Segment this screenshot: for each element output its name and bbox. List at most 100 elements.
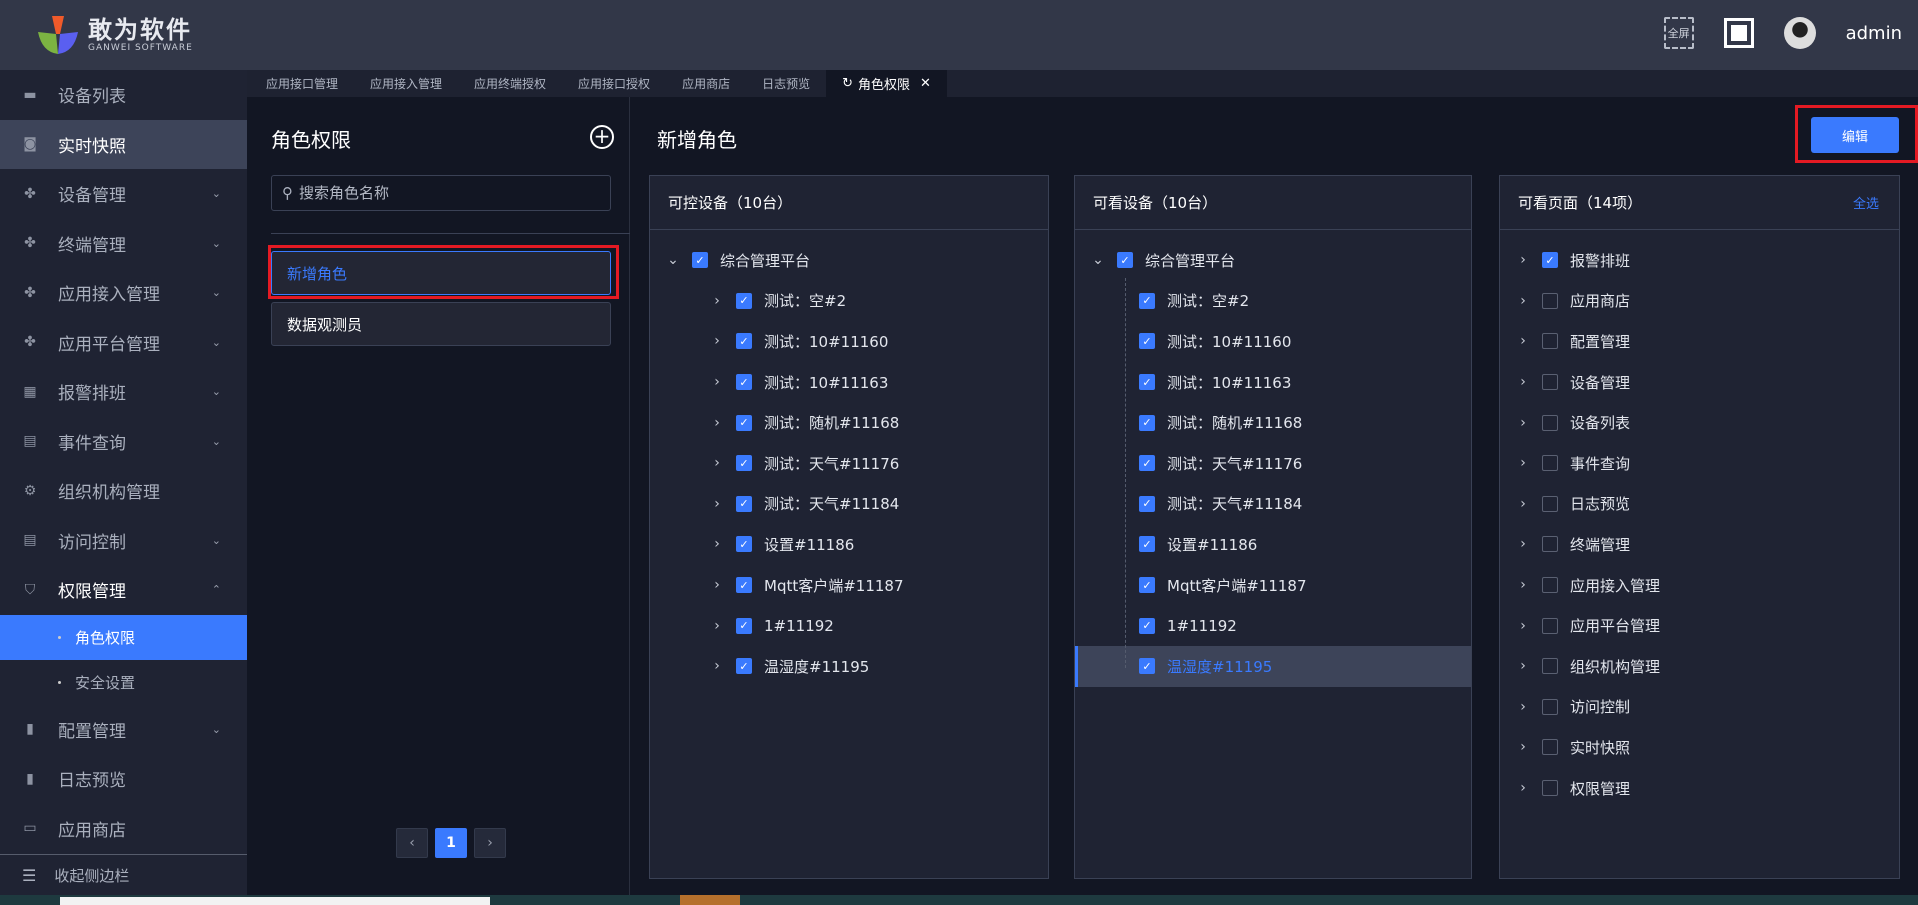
chevron-down-icon[interactable]: ⌄: [1091, 252, 1105, 268]
checkbox[interactable]: [1542, 495, 1558, 512]
fullscreen-icon[interactable]: [1723, 18, 1754, 48]
tree-node[interactable]: ✓ 测试：10#11163: [1075, 362, 1471, 403]
tree-node[interactable]: › 应用商店: [1500, 281, 1899, 322]
chevron-right-icon[interactable]: ›: [1516, 618, 1530, 634]
close-icon[interactable]: ✕: [920, 76, 931, 91]
username[interactable]: admin: [1846, 23, 1902, 44]
tree-node[interactable]: › 设备管理: [1500, 362, 1899, 403]
sidebar-item[interactable]: ✤ 应用接入管理 ⌄: [0, 268, 247, 318]
chevron-right-icon[interactable]: ›: [1516, 739, 1530, 755]
checkbox[interactable]: ✓: [1139, 414, 1155, 431]
checkbox[interactable]: ✓: [1139, 455, 1155, 472]
tab-item[interactable]: 应用接入管理: [354, 70, 458, 97]
checkbox[interactable]: [1542, 617, 1558, 634]
checkbox[interactable]: ✓: [1117, 252, 1133, 269]
tree-node[interactable]: ⌄ ✓ 综合管理平台: [650, 240, 1048, 281]
checkbox[interactable]: ✓: [1542, 252, 1558, 269]
tree-node[interactable]: › 应用接入管理: [1500, 565, 1899, 606]
sidebar-item[interactable]: ▮ 日志预览: [0, 754, 247, 804]
tree-node[interactable]: › 应用平台管理: [1500, 605, 1899, 646]
checkbox[interactable]: ✓: [1139, 495, 1155, 512]
checkbox[interactable]: [1542, 333, 1558, 350]
checkbox[interactable]: ✓: [736, 495, 752, 512]
checkbox[interactable]: ✓: [1139, 292, 1155, 309]
sidebar-item[interactable]: ▭ 应用商店: [0, 804, 247, 854]
tree-node[interactable]: › 配置管理: [1500, 321, 1899, 362]
checkbox[interactable]: ✓: [1139, 658, 1155, 675]
tree-node[interactable]: › 权限管理: [1500, 768, 1899, 809]
checkbox[interactable]: ✓: [736, 617, 752, 634]
sidebar-item[interactable]: ⚙ 组织机构管理: [0, 466, 247, 516]
fullscreen-text-icon[interactable]: 全屏: [1663, 17, 1694, 49]
chevron-right-icon[interactable]: ›: [710, 658, 724, 674]
tree-node[interactable]: › 终端管理: [1500, 524, 1899, 565]
tree-node[interactable]: › 设备列表: [1500, 402, 1899, 443]
chevron-down-icon[interactable]: ⌄: [666, 252, 680, 268]
chevron-right-icon[interactable]: ›: [1516, 415, 1530, 431]
checkbox[interactable]: [1542, 698, 1558, 715]
tree-node[interactable]: › ✓ 测试：10#11163: [650, 362, 1048, 403]
next-page-button[interactable]: ›: [474, 828, 506, 858]
refresh-icon[interactable]: ↻: [842, 76, 853, 91]
checkbox[interactable]: [1542, 374, 1558, 391]
chevron-right-icon[interactable]: ›: [710, 333, 724, 349]
chevron-right-icon[interactable]: ›: [1516, 658, 1530, 674]
chevron-right-icon[interactable]: ›: [710, 374, 724, 390]
prev-page-button[interactable]: ‹: [396, 828, 428, 858]
tab-item[interactable]: 应用终端授权: [458, 70, 562, 97]
sidebar-item[interactable]: ◙ 实时快照: [0, 119, 247, 169]
tree-node[interactable]: › ✓ Mqtt客户端#11187: [650, 565, 1048, 606]
checkbox[interactable]: ✓: [692, 252, 708, 269]
checkbox[interactable]: ✓: [1139, 333, 1155, 350]
tree-node[interactable]: ✓ 温湿度#11195: [1075, 645, 1471, 687]
checkbox[interactable]: ✓: [736, 658, 752, 675]
tab-item[interactable]: ↻ 角色权限 ✕: [826, 70, 947, 97]
tab-item[interactable]: 日志预览: [746, 70, 826, 97]
tree-node[interactable]: ✓ 测试：10#11160: [1075, 321, 1471, 362]
tree-node[interactable]: › ✓ 测试：随机#11168: [650, 402, 1048, 443]
chevron-right-icon[interactable]: ›: [1516, 699, 1530, 715]
tree-node[interactable]: › 实时快照: [1500, 727, 1899, 768]
sidebar-subitem[interactable]: 安全设置: [0, 660, 247, 705]
checkbox[interactable]: ✓: [736, 577, 752, 594]
tree-node[interactable]: › 访问控制: [1500, 687, 1899, 728]
tree-node[interactable]: › ✓ 设置#11186: [650, 524, 1048, 565]
checkbox[interactable]: [1542, 577, 1558, 594]
tree-node[interactable]: ✓ 测试：空#2: [1075, 281, 1471, 322]
sidebar-item[interactable]: ▤ 访问控制 ⌄: [0, 516, 247, 566]
tree-node[interactable]: ✓ 1#11192: [1075, 605, 1471, 646]
checkbox[interactable]: ✓: [736, 536, 752, 553]
checkbox[interactable]: [1542, 739, 1558, 756]
checkbox[interactable]: [1542, 780, 1558, 797]
sidebar-item[interactable]: ✤ 设备管理 ⌄: [0, 169, 247, 219]
avatar[interactable]: [1783, 17, 1816, 49]
role-search-input[interactable]: [299, 184, 589, 202]
chevron-right-icon[interactable]: ›: [710, 455, 724, 471]
role-item[interactable]: 数据观测员: [271, 302, 611, 346]
tree-node[interactable]: › 事件查询: [1500, 443, 1899, 484]
chevron-right-icon[interactable]: ›: [710, 536, 724, 552]
chevron-right-icon[interactable]: ›: [1516, 293, 1530, 309]
chevron-right-icon[interactable]: ›: [710, 577, 724, 593]
checkbox[interactable]: ✓: [736, 414, 752, 431]
sidebar-item[interactable]: ▦ 报警排班 ⌄: [0, 367, 247, 417]
tree-node[interactable]: ✓ 设置#11186: [1075, 524, 1471, 565]
checkbox[interactable]: ✓: [736, 333, 752, 350]
tree-node[interactable]: › ✓ 测试：空#2: [650, 281, 1048, 322]
tab-item[interactable]: 应用接口授权: [562, 70, 666, 97]
chevron-right-icon[interactable]: ›: [1516, 577, 1530, 593]
sidebar-item[interactable]: ▤ 事件查询 ⌄: [0, 417, 247, 467]
tree-node[interactable]: › ✓ 测试：天气#11184: [650, 484, 1048, 525]
chevron-right-icon[interactable]: ›: [1516, 333, 1530, 349]
checkbox[interactable]: [1542, 414, 1558, 431]
tree-node[interactable]: ⌄ ✓ 综合管理平台: [1075, 240, 1471, 281]
tab-item[interactable]: 应用商店: [666, 70, 746, 97]
checkbox[interactable]: ✓: [736, 374, 752, 391]
chevron-right-icon[interactable]: ›: [710, 293, 724, 309]
chevron-right-icon[interactable]: ›: [710, 496, 724, 512]
checkbox[interactable]: [1542, 536, 1558, 553]
collapse-sidebar-button[interactable]: ☰ 收起侧边栏: [0, 854, 247, 895]
tab-item[interactable]: 应用接口管理: [250, 70, 354, 97]
select-all-link[interactable]: 全选: [1853, 193, 1879, 212]
checkbox[interactable]: [1542, 292, 1558, 309]
